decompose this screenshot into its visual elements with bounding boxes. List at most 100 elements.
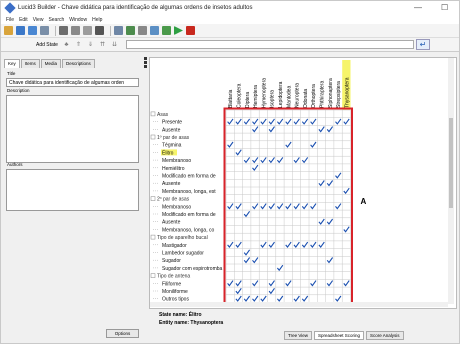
check-icon[interactable] bbox=[252, 257, 259, 264]
check-icon[interactable] bbox=[343, 280, 350, 287]
feature-label[interactable]: Tipo de antena bbox=[157, 274, 190, 280]
check-icon[interactable] bbox=[326, 218, 334, 225]
check-icon[interactable] bbox=[301, 118, 309, 125]
taxon-header[interactable]: Siphonaptera bbox=[328, 78, 334, 108]
check-icon[interactable] bbox=[260, 241, 267, 249]
indent-icon[interactable]: ⇈ bbox=[98, 41, 107, 49]
collapse-toggle-icon[interactable] bbox=[150, 273, 156, 278]
check-icon[interactable] bbox=[318, 241, 325, 249]
state-label[interactable]: Membranoso, longa, co bbox=[162, 227, 214, 233]
menu-edit[interactable]: Edit bbox=[19, 17, 28, 23]
state-label[interactable]: Ausente bbox=[162, 220, 181, 226]
taxon-header[interactable]: Isoptera bbox=[270, 90, 276, 108]
scoring-matrix[interactable]: Blattaria Coleoptera Diptera Hemiptera Hymen… bbox=[150, 58, 456, 308]
horizontal-scrollbar[interactable] bbox=[150, 302, 448, 307]
save-as-icon[interactable] bbox=[28, 26, 37, 35]
check-icon[interactable] bbox=[260, 118, 267, 125]
check-icon[interactable] bbox=[252, 157, 259, 164]
check-icon[interactable] bbox=[285, 280, 292, 287]
check-icon[interactable] bbox=[227, 118, 234, 125]
menu-file[interactable]: File bbox=[6, 17, 14, 23]
check-icon[interactable] bbox=[326, 280, 334, 287]
move-down-icon[interactable]: ⇓ bbox=[86, 41, 95, 49]
menu-help[interactable]: Help bbox=[92, 17, 102, 23]
check-icon[interactable] bbox=[252, 126, 259, 133]
check-icon[interactable] bbox=[335, 295, 342, 302]
check-icon[interactable] bbox=[276, 264, 284, 272]
feature-label[interactable]: Asas bbox=[157, 112, 169, 118]
check-icon[interactable] bbox=[235, 280, 242, 287]
collapse-toggle-icon[interactable] bbox=[150, 134, 156, 140]
check-icon[interactable] bbox=[235, 118, 242, 125]
check-icon[interactable] bbox=[227, 280, 234, 287]
state-label[interactable]: Sugador bbox=[162, 258, 181, 264]
check-icon[interactable] bbox=[310, 280, 317, 287]
add-feature-icon[interactable]: ♣ bbox=[62, 41, 71, 49]
outdent-icon[interactable]: ⇊ bbox=[110, 41, 119, 49]
check-icon[interactable] bbox=[235, 295, 242, 302]
check-icon[interactable] bbox=[268, 241, 275, 249]
taxon-header[interactable]: Hemiptera bbox=[253, 85, 259, 108]
check-icon[interactable] bbox=[252, 118, 259, 125]
state-label[interactable]: Membranoso bbox=[162, 158, 191, 164]
open-folder-icon[interactable] bbox=[4, 26, 13, 35]
taxon-header[interactable]: Thysanoptera bbox=[344, 77, 350, 108]
state-label[interactable]: Ausente bbox=[162, 181, 181, 187]
check-icon[interactable] bbox=[252, 280, 259, 287]
state-label[interactable]: Membranoso bbox=[162, 204, 191, 210]
check-icon[interactable] bbox=[252, 295, 259, 302]
check-icon[interactable] bbox=[276, 118, 284, 125]
taxon-header[interactable]: Odonata bbox=[303, 89, 309, 108]
check-icon[interactable] bbox=[260, 295, 267, 302]
check-icon[interactable] bbox=[343, 118, 350, 125]
state-label[interactable]: Outros tipos bbox=[162, 297, 189, 303]
check-icon[interactable] bbox=[293, 203, 300, 210]
taxon-header[interactable]: Mantodea bbox=[286, 86, 292, 108]
state-label[interactable]: Modificado em forma de bbox=[162, 174, 216, 180]
check-icon[interactable] bbox=[326, 180, 334, 187]
state-label[interactable]: Ausente bbox=[162, 127, 181, 133]
tab-spreadsheet-scoring[interactable]: Spreadsheet Scoring bbox=[314, 331, 365, 340]
check-icon[interactable] bbox=[310, 141, 317, 148]
collapse-toggle-icon[interactable] bbox=[150, 234, 156, 240]
check-icon[interactable] bbox=[293, 157, 300, 164]
taxon-header[interactable]: Strepsiptera bbox=[336, 81, 342, 108]
check-icon[interactable] bbox=[268, 157, 275, 164]
state-label[interactable]: Presente bbox=[162, 120, 182, 126]
tools-icon[interactable] bbox=[138, 26, 147, 35]
paste-icon[interactable] bbox=[83, 26, 92, 35]
tab-items[interactable]: Items bbox=[20, 59, 40, 68]
check-icon[interactable] bbox=[293, 241, 300, 249]
taxon-header[interactable]: Lepidoptera bbox=[278, 81, 284, 108]
check-icon[interactable] bbox=[343, 226, 350, 233]
check-icon[interactable] bbox=[268, 280, 275, 287]
taxon-header[interactable]: Orthoptera bbox=[311, 84, 317, 108]
authors-field[interactable] bbox=[6, 169, 139, 211]
taxon-header[interactable]: Coleoptera bbox=[236, 83, 242, 108]
options-button[interactable]: Options bbox=[106, 329, 139, 338]
menu-view[interactable]: View bbox=[33, 17, 44, 23]
build-icon[interactable] bbox=[162, 26, 171, 35]
check-icon[interactable] bbox=[285, 141, 292, 148]
state-label[interactable]: Sugador com espirotromba bbox=[162, 266, 223, 272]
sort-icon[interactable] bbox=[114, 26, 123, 35]
check-icon[interactable] bbox=[310, 241, 317, 249]
check-icon[interactable] bbox=[243, 157, 251, 164]
check-icon[interactable] bbox=[227, 141, 234, 148]
check-icon[interactable] bbox=[260, 157, 267, 164]
check-icon[interactable] bbox=[252, 203, 259, 210]
check-icon[interactable] bbox=[268, 203, 275, 210]
check-icon[interactable] bbox=[285, 241, 292, 249]
check-icon[interactable] bbox=[293, 295, 300, 302]
tab-tree-view[interactable]: Tree View bbox=[284, 331, 313, 340]
feature-label[interactable]: 2º par de asas bbox=[157, 197, 190, 203]
check-icon[interactable] bbox=[335, 203, 342, 210]
state-label[interactable]: Membranoso, longa, est bbox=[162, 189, 216, 195]
publish-icon[interactable] bbox=[186, 26, 195, 35]
check-icon[interactable] bbox=[235, 241, 242, 249]
check-icon[interactable] bbox=[243, 257, 251, 264]
check-icon[interactable] bbox=[318, 180, 325, 187]
check-icon[interactable] bbox=[310, 203, 317, 210]
check-icon[interactable] bbox=[301, 157, 309, 164]
check-icon[interactable] bbox=[285, 118, 292, 125]
